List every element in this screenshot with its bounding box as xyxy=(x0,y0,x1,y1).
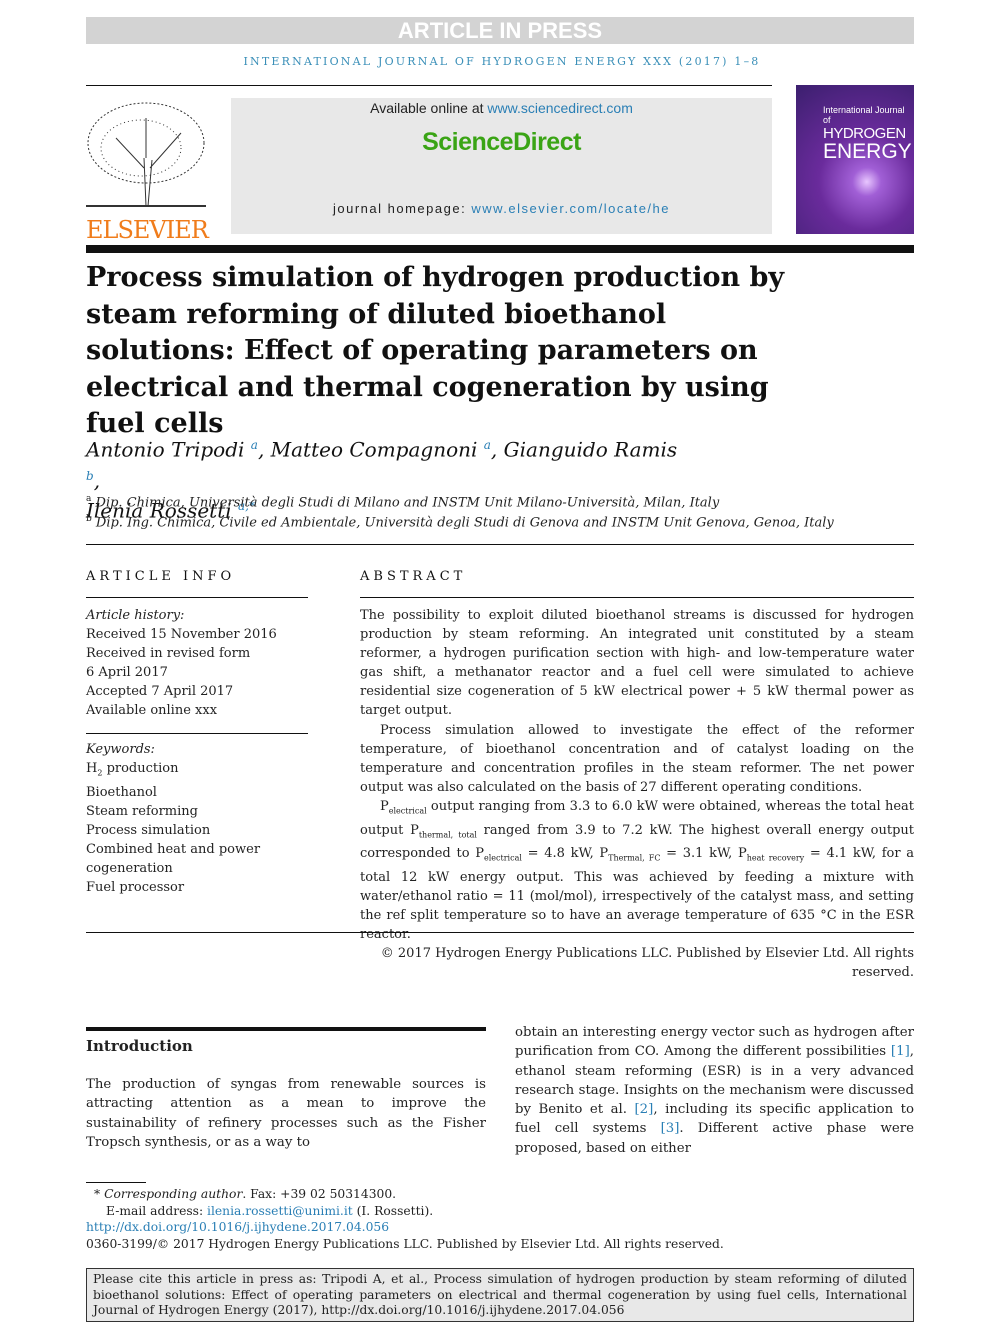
thick-divider xyxy=(86,245,914,253)
article-in-press-banner: ARTICLE IN PRESS xyxy=(86,17,914,44)
abstract-paragraph: Pelectrical output ranging from 3.3 to 6… xyxy=(360,798,915,943)
affiliation: a Dip. Chimica, Università degli Studi d… xyxy=(86,494,720,511)
elsevier-tree-icon xyxy=(86,102,206,207)
article-title: Process simulation of hydrogen productio… xyxy=(86,262,785,439)
article-info-heading: ARTICLE INFO xyxy=(86,569,236,584)
divider xyxy=(86,544,914,545)
abstract-paragraph: The possibility to exploit diluted bioet… xyxy=(360,608,914,719)
author[interactable]: Antonio Tripodi xyxy=(86,438,244,462)
body-paragraph: obtain an interesting energy vector such… xyxy=(515,1025,914,1156)
body-paragraph: The production of syngas from renewable … xyxy=(86,1077,486,1150)
keyword: Combined heat and power xyxy=(86,841,261,857)
elsevier-wordmark: ELSEVIER xyxy=(86,216,209,244)
available-online: Available online at www.sciencedirect.co… xyxy=(370,100,633,116)
history-item: 6 April 2017 xyxy=(86,665,168,680)
affiliation: b Dip. Ing. Chimica, Civile ed Ambiental… xyxy=(86,514,834,531)
history-item: Received in revised form xyxy=(86,646,251,661)
history-item: Available online xxx xyxy=(86,703,218,718)
section-heading: Introduction xyxy=(86,1037,193,1055)
doi-link[interactable]: http://dx.doi.org/10.1016/j.ijhydene.201… xyxy=(86,1219,724,1236)
reference-link[interactable]: [2] xyxy=(634,1102,653,1117)
citation-box: Please cite this article in press as: Tr… xyxy=(86,1268,914,1322)
abstract-heading: ABSTRACT xyxy=(360,569,467,584)
issn-line: 0360-3199/© 2017 Hydrogen Energy Publica… xyxy=(86,1236,724,1251)
introduction-left: Introduction The production of syngas fr… xyxy=(86,1027,486,1152)
reference-link[interactable]: [3] xyxy=(661,1121,680,1136)
journal-homepage: journal homepage: www.elsevier.com/locat… xyxy=(333,201,670,216)
footnotes: * Corresponding author. Fax: +39 02 5031… xyxy=(86,1187,724,1251)
article-info: ARTICLE INFO Article history: Received 1… xyxy=(86,569,308,897)
journal-cover: International Journal of HYDROGEN ENERGY xyxy=(796,85,914,234)
abstract: ABSTRACT The possibility to exploit dilu… xyxy=(360,569,914,983)
keyword: Fuel processor xyxy=(86,879,185,895)
keyword: Bioethanol xyxy=(86,784,157,800)
sciencedirect-logo: ScienceDirect xyxy=(422,128,581,156)
footnote-divider xyxy=(86,1182,146,1183)
sciencedirect-link[interactable]: www.sciencedirect.com xyxy=(487,100,633,116)
author[interactable]: Matteo Compagnoni xyxy=(271,438,478,462)
homepage-link[interactable]: www.elsevier.com/locate/he xyxy=(471,201,670,216)
abstract-copyright: © 2017 Hydrogen Energy Publications LLC.… xyxy=(380,946,914,981)
reference-link[interactable]: [1] xyxy=(891,1044,910,1059)
elsevier-logo: ELSEVIER xyxy=(86,98,209,244)
abstract-paragraph: Process simulation allowed to investigat… xyxy=(360,722,914,795)
keyword: Process simulation xyxy=(86,822,211,838)
history-item: Received 15 November 2016 xyxy=(86,627,277,642)
journal-running-header: INTERNATIONAL JOURNAL OF HYDROGEN ENERGY… xyxy=(243,55,761,68)
keyword: cogeneration xyxy=(86,860,173,876)
keyword: H2 production xyxy=(86,761,179,778)
author[interactable]: Gianguido Ramis xyxy=(504,438,678,462)
sciencedirect-banner: Available online at www.sciencedirect.co… xyxy=(231,98,772,234)
keyword: Steam reforming xyxy=(86,803,198,819)
email-link[interactable]: ilenia.rossetti@unimi.it xyxy=(207,1204,353,1218)
history-item: Accepted 7 April 2017 xyxy=(86,684,234,699)
introduction-right: obtain an interesting energy vector such… xyxy=(515,1023,914,1158)
divider xyxy=(86,85,772,86)
divider xyxy=(86,932,914,933)
